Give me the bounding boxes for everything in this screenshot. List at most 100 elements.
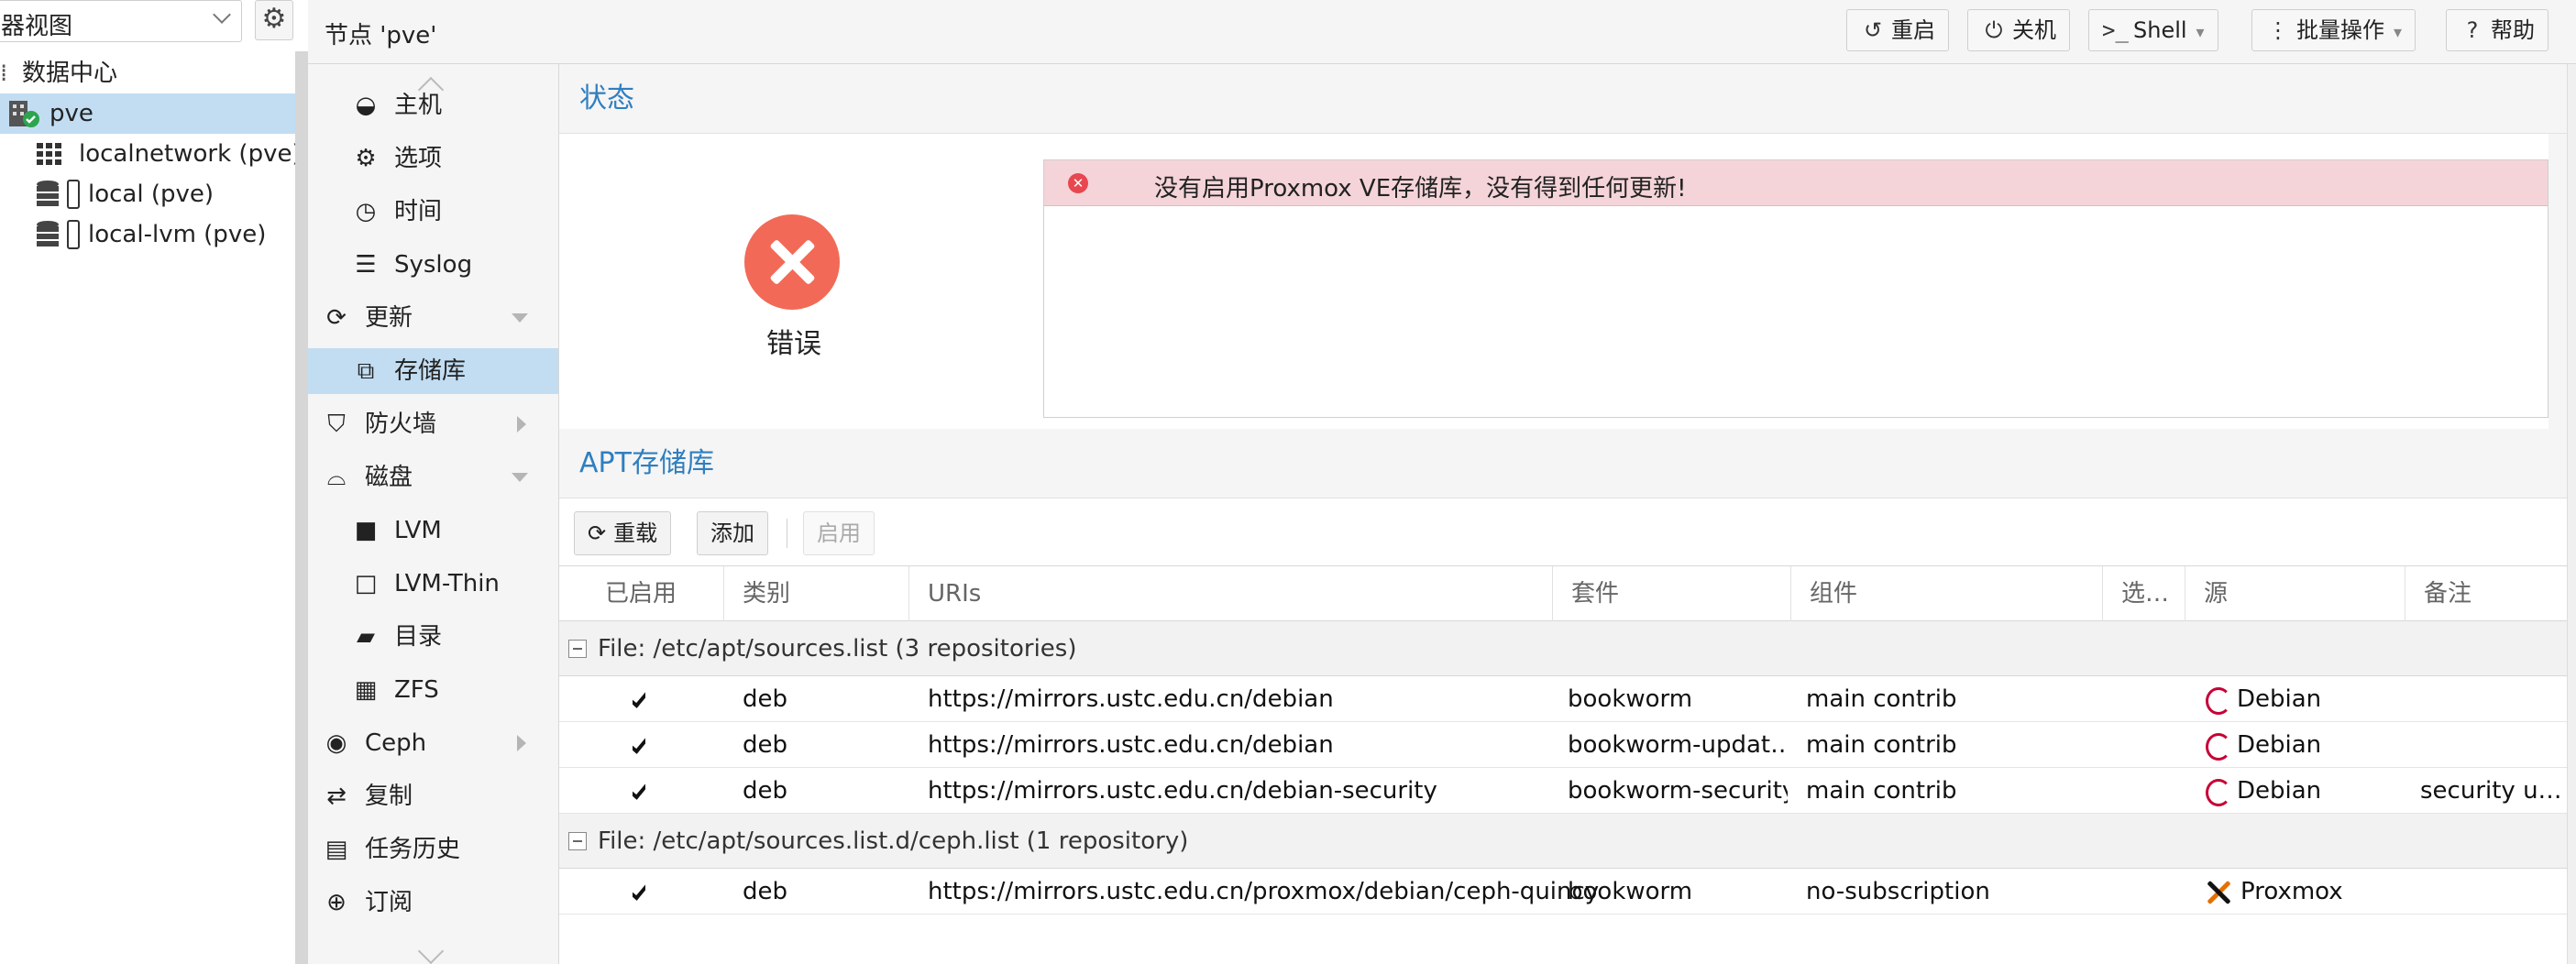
cell-suite: bookworm bbox=[1568, 685, 1693, 713]
menu-item-firewall[interactable]: ⛉ 防火墙 bbox=[308, 401, 558, 447]
shutdown-label: 关机 bbox=[2012, 17, 2056, 43]
check-icon bbox=[633, 676, 645, 722]
debian-icon bbox=[2206, 686, 2231, 715]
menu-item-label: Ceph bbox=[365, 729, 427, 757]
collapse-icon[interactable] bbox=[568, 640, 587, 658]
shutdown-button[interactable]: ⏻ 关机 bbox=[1967, 9, 2070, 51]
reboot-button[interactable]: ↺ 重启 bbox=[1846, 9, 1949, 51]
tree-item-local[interactable]: local (pve) bbox=[0, 174, 295, 214]
cell-suite: bookworm bbox=[1568, 878, 1693, 905]
table-row[interactable]: deb https://mirrors.ustc.edu.cn/debian b… bbox=[559, 676, 2567, 722]
menu-item-repositories[interactable]: ⧉ 存储库 bbox=[308, 348, 558, 394]
add-label: 添加 bbox=[710, 520, 754, 546]
menu-item-disks[interactable]: ⌓ 磁盘 bbox=[308, 455, 558, 500]
chevron-down-icon[interactable]: ▾ bbox=[2196, 13, 2205, 53]
menu-item-directory[interactable]: ▰ 目录 bbox=[308, 614, 558, 660]
group-header-sources-list[interactable]: File: /etc/apt/sources.list (3 repositor… bbox=[559, 621, 2567, 676]
chevron-down-icon: ▾ bbox=[2394, 23, 2403, 42]
column-header-comment[interactable]: 备注 bbox=[2405, 566, 2567, 621]
reload-button[interactable]: ⟳ 重载 bbox=[574, 511, 672, 555]
cell-comment bbox=[2420, 869, 2563, 915]
menu-item-label: 选项 bbox=[394, 145, 443, 172]
column-header-options[interactable]: 选… bbox=[2103, 566, 2185, 621]
panel-gutter bbox=[2548, 134, 2567, 429]
folder-icon: ▰ bbox=[357, 623, 375, 651]
shell-button[interactable]: >_ Shell ▾ bbox=[2088, 9, 2218, 51]
column-header-suites[interactable]: 套件 bbox=[1553, 566, 1791, 621]
resource-tree: 器视图 ⚙ ⁞ 数据中心 pve localnetwork (pve) loca… bbox=[0, 0, 302, 964]
cell-components: main contrib bbox=[1806, 731, 1957, 759]
menu-item-task-history[interactable]: ▤ 任务历史 bbox=[308, 827, 558, 872]
cell-comment: security u… bbox=[2420, 777, 2562, 805]
menu-item-options[interactable]: ⚙ 选项 bbox=[308, 136, 558, 181]
cell-suite: bookworm-security bbox=[1568, 777, 1788, 805]
menu-item-syslog[interactable]: ☰ Syslog bbox=[308, 242, 558, 288]
caret-down-icon[interactable] bbox=[512, 473, 528, 482]
menu-item-label: Syslog bbox=[394, 251, 473, 279]
check-icon bbox=[633, 722, 645, 768]
caret-right-icon[interactable] bbox=[517, 735, 526, 751]
collapse-icon[interactable] bbox=[568, 832, 587, 850]
group-label: File: /etc/apt/sources.list.d/ceph.list … bbox=[598, 827, 1189, 855]
menu-item-lvm-thin[interactable]: □ LVM-Thin bbox=[308, 561, 558, 607]
column-header-origin[interactable]: 源 bbox=[2185, 566, 2405, 621]
add-button[interactable]: 添加 bbox=[697, 511, 768, 555]
host-icon: ◒ bbox=[355, 92, 377, 119]
menu-item-label: 任务历史 bbox=[365, 836, 461, 863]
question-circle-icon: ? bbox=[2466, 17, 2479, 43]
caret-down-icon[interactable] bbox=[512, 313, 528, 323]
tree-item-label: localnetwork (pve) bbox=[79, 140, 302, 168]
tree-item-label: local (pve) bbox=[88, 181, 215, 208]
menu-item-ceph[interactable]: ◉ Ceph bbox=[308, 720, 558, 766]
cell-uri: https://mirrors.ustc.edu.cn/proxmox/debi… bbox=[928, 878, 1600, 905]
menu-item-subscription[interactable]: ⊕ 订阅 bbox=[308, 880, 558, 926]
help-button[interactable]: ? 帮助 bbox=[2446, 9, 2548, 51]
menu-item-label: LVM bbox=[394, 517, 442, 544]
refresh-icon: ⟳ bbox=[326, 304, 347, 332]
column-header-uris[interactable]: URIs bbox=[909, 566, 1553, 621]
refresh-icon: ⟳ bbox=[588, 520, 607, 546]
tree-item-pve[interactable]: pve bbox=[0, 93, 295, 134]
page-title: 节点 'pve' bbox=[325, 22, 437, 49]
error-icon bbox=[744, 214, 840, 310]
menu-item-label: LVM-Thin bbox=[394, 570, 500, 597]
ceph-icon: ◉ bbox=[325, 729, 347, 757]
tree-splitter[interactable] bbox=[295, 51, 308, 964]
menu-item-label: ZFS bbox=[394, 676, 439, 704]
menu-item-replication[interactable]: ⇄ 复制 bbox=[308, 773, 558, 819]
status-messages: ✕ 没有启用Proxmox VE存储库，没有得到任何更新! bbox=[1043, 159, 2548, 418]
menu-item-time[interactable]: ◷ 时间 bbox=[308, 189, 558, 235]
bulk-actions-button[interactable]: ⋮ 批量操作 ▾ bbox=[2251, 9, 2416, 51]
tree-item-local-lvm[interactable]: local-lvm (pve) bbox=[0, 214, 295, 255]
menu-item-updates[interactable]: ⟳ 更新 bbox=[308, 295, 558, 341]
column-header-components[interactable]: 组件 bbox=[1791, 566, 2103, 621]
column-header-type[interactable]: 类别 bbox=[724, 566, 909, 621]
bulk-actions-label: 批量操作 bbox=[2296, 17, 2384, 43]
help-label: 帮助 bbox=[2491, 17, 2535, 43]
table-row[interactable]: deb https://mirrors.ustc.edu.cn/debian-s… bbox=[559, 768, 2567, 814]
enable-button[interactable]: 启用 bbox=[803, 511, 875, 555]
table-row[interactable]: deb https://mirrors.ustc.edu.cn/proxmox/… bbox=[559, 869, 2567, 915]
tree-item-localnetwork[interactable]: localnetwork (pve) bbox=[0, 134, 302, 174]
table-row[interactable]: deb https://mirrors.ustc.edu.cn/debian b… bbox=[559, 722, 2567, 768]
view-selector[interactable]: 器视图 bbox=[0, 0, 242, 42]
debian-icon bbox=[2206, 778, 2231, 806]
column-header-enabled[interactable]: 已启用 bbox=[559, 566, 724, 621]
check-icon bbox=[633, 869, 645, 915]
scrollbar[interactable] bbox=[2567, 64, 2576, 964]
menu-item-host[interactable]: ◒ 主机 bbox=[308, 82, 558, 128]
scroll-down-icon[interactable] bbox=[417, 937, 445, 964]
menu-item-lvm[interactable]: ■ LVM bbox=[308, 508, 558, 553]
cell-origin: Proxmox bbox=[2206, 869, 2343, 915]
tree-item-datacenter[interactable]: ⁞ 数据中心 bbox=[0, 53, 295, 93]
gear-icon[interactable]: ⚙ bbox=[255, 0, 293, 40]
lifebuoy-icon: ⊕ bbox=[326, 889, 347, 916]
datacenter-icon: ⁞ bbox=[0, 60, 8, 87]
menu-item-zfs[interactable]: ▦ ZFS bbox=[308, 667, 558, 713]
caret-right-icon[interactable] bbox=[517, 416, 526, 433]
menu-item-label: 主机 bbox=[394, 92, 443, 119]
group-header-ceph-list[interactable]: File: /etc/apt/sources.list.d/ceph.list … bbox=[559, 814, 2567, 869]
ellipsis-vertical-icon: ⋮ bbox=[2267, 17, 2289, 43]
node-header: 节点 'pve' ↺ 重启 ⏻ 关机 >_ Shell ▾ ⋮ 批量操作 ▾ ? 帮助 bbox=[308, 0, 2576, 64]
group-label: File: /etc/apt/sources.list (3 repositor… bbox=[598, 635, 1077, 663]
